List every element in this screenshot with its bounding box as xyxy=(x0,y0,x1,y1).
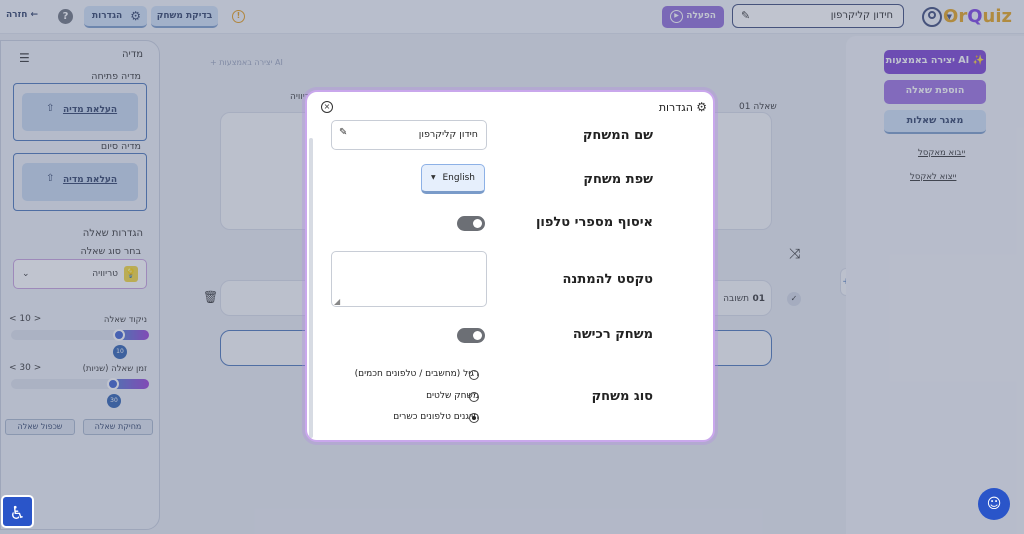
settings-modal: ⚙ הגדרות × שם המשחק חידון קליקרפון ✎ שפת… xyxy=(305,90,715,442)
caret-down-icon: ▼ xyxy=(431,174,436,181)
game-name-label: שם המשחק xyxy=(582,128,653,143)
game-type-option-kosher-phones[interactable]: חייגנים טלפונים כשרים xyxy=(393,412,479,422)
radio-regular[interactable] xyxy=(469,370,479,380)
phone-collect-toggle[interactable] xyxy=(457,216,485,231)
purchase-game-label: משחק רכישה xyxy=(572,327,653,342)
modal-title: הגדרות xyxy=(658,101,693,114)
game-type-label: סוג משחק xyxy=(591,389,653,404)
welcome-text-label: טקסט להמתנה xyxy=(562,272,654,287)
game-type-option-regular[interactable]: רגיל (מחשבים / טלפונים חכמים) xyxy=(355,369,479,379)
phone-collect-label: איסוף מספרי טלפון xyxy=(535,215,653,230)
close-icon[interactable]: × xyxy=(321,101,333,113)
game-name-input[interactable]: חידון קליקרפון ✎ xyxy=(331,120,487,150)
welcome-text-area[interactable]: ◢ xyxy=(331,251,487,307)
game-language-label: שפת משחק xyxy=(583,172,653,187)
modal-scrollbar[interactable] xyxy=(309,138,313,438)
pencil-icon: ✎ xyxy=(339,127,348,138)
radio-remotes[interactable] xyxy=(469,392,479,402)
chat-support-button[interactable]: ☺ xyxy=(978,488,1010,520)
purchase-game-toggle[interactable] xyxy=(457,328,485,343)
accessibility-button[interactable]: ♿ xyxy=(1,495,34,528)
radio-kosher-phones[interactable] xyxy=(469,413,479,423)
gear-icon: ⚙ xyxy=(696,100,707,114)
resize-grip-icon[interactable]: ◢ xyxy=(334,297,340,306)
language-select[interactable]: English ▼ xyxy=(421,164,485,194)
